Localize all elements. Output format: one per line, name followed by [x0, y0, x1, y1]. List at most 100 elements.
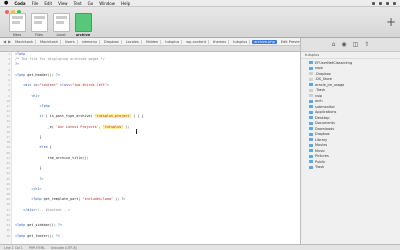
folder-icon [309, 66, 313, 70]
menu-file[interactable]: File [32, 1, 39, 6]
line-number-gutter: 1 2 3 4 5 6 7 8 9 10 11 12 13 14 15 16 17 18 19 20 21 22 23 24 2… [0, 52, 12, 244]
breadcrumb[interactable]: Macintosh [38, 39, 61, 44]
file-browser-sidebar: ⌂ ◉ ◫ ⇧ tutsplus EFUserNetClassicimg rope… [300, 38, 400, 244]
site-thumb-image [30, 13, 48, 32]
sidebar-file-name: Pictures [315, 154, 329, 159]
encoding[interactable]: Unicode (UTF-8) [51, 246, 77, 250]
breadcrumb[interactable]: Macintosh [13, 39, 36, 44]
back-icon[interactable]: ◀ [3, 39, 6, 44]
breadcrumb-active-file[interactable]: archive.php [252, 39, 277, 44]
sidebar-file-name: EFUserNetClassicimg [315, 60, 353, 65]
sidebar-path[interactable]: tutsplus [301, 52, 400, 59]
path-bar: ◀ ▶ Macintosh Macintosh Users niemenu Dr… [0, 38, 306, 46]
folder-icon [309, 83, 313, 87]
code-line: <?php get_footer(); ?> [15, 233, 60, 238]
breadcrumb[interactable]: Locales [124, 39, 142, 44]
sidebar-file-name: Trash [315, 165, 325, 170]
sidebar-path-label: tutsplus [305, 53, 320, 57]
file-icon [309, 94, 313, 98]
site-thumb-label: Local [56, 33, 66, 37]
sidebar-file-name: Documents [315, 121, 335, 126]
menu-window[interactable]: Window [99, 1, 115, 6]
site-thumb-files[interactable]: Files [30, 13, 48, 37]
breadcrumb[interactable]: wp-content [184, 39, 210, 44]
site-thumb-image [74, 13, 92, 32]
sidebar-toolbar: ⌂ ◉ ◫ ⇧ [301, 38, 400, 52]
folder-icon [309, 138, 313, 142]
breadcrumb[interactable]: tutsplus [163, 39, 183, 44]
code-editor[interactable]: 1 2 3 4 5 6 7 8 9 10 11 12 13 14 15 16 17 18 19 20 21 22 23 24 2… [0, 52, 300, 244]
folder-icon [309, 149, 313, 153]
sidebar-file-name: Applications [315, 110, 337, 115]
code-line: <?php get_template_part( "includes/loop"… [31, 197, 126, 202]
site-thumb-sites[interactable]: Sites [8, 13, 26, 37]
sidebar-file-name: .Dropbox [315, 71, 331, 76]
sidebar-file-name: Desktop [315, 115, 330, 120]
code-content[interactable]: <?php /* The file for displaying archive… [15, 52, 144, 239]
status-bar: Line 1 Col 1 PHP-HTML Unicode (UTF-8) [0, 244, 400, 250]
clock-icon[interactable] [386, 1, 389, 5]
sidebar-file-name: rope [315, 66, 323, 71]
site-thumbnails: Sites Files Local archive [8, 13, 92, 37]
folder-icon [309, 61, 313, 65]
window-toolbar: Sites Files Local archive + [0, 7, 400, 38]
sidebar-file-name: vsip [315, 93, 323, 98]
forward-icon[interactable]: ▶ [8, 39, 11, 44]
file-icon [309, 88, 313, 92]
eye-icon[interactable]: ◉ [341, 41, 346, 48]
text-cursor [136, 129, 137, 134]
folder-icon [309, 121, 313, 125]
breadcrumb[interactable]: tutsplus [231, 39, 251, 44]
breadcrumb[interactable]: Dropbox [102, 39, 122, 44]
cursor-position: Line 1 Col 1 [4, 245, 23, 250]
sidebar-file-name: arch [315, 99, 323, 104]
folder-icon [309, 99, 313, 103]
breadcrumb[interactable]: Users [63, 39, 78, 44]
folder-icon [309, 105, 313, 109]
add-site-button[interactable]: + [386, 16, 396, 28]
code-line: _e( 'Our Latest Projects', 'tutsplus' ); [15, 124, 130, 129]
menu-bar: ● Coda File Edit View Text Go Window Hel… [0, 0, 400, 7]
spotlight-icon[interactable] [393, 1, 396, 5]
menu-text[interactable]: Text [74, 1, 82, 6]
site-thumb-archive[interactable]: archive [74, 13, 92, 37]
folder-icon [309, 154, 313, 158]
sidebar-file-name: .Trash [315, 88, 326, 93]
home-icon[interactable]: ⌂ [332, 41, 336, 48]
upload-icon[interactable]: ⇧ [364, 41, 369, 48]
file-tree: EFUserNetClassicimg rope .Dropbox .DS_Store… [301, 59, 400, 170]
file-icon[interactable]: ◫ [353, 41, 359, 48]
folder-icon [309, 116, 313, 120]
breadcrumb[interactable]: Hidden [144, 39, 162, 44]
sidebar-file-name: Music [315, 148, 325, 153]
site-thumb-label: Files [35, 33, 43, 37]
menu-edit[interactable]: Edit [44, 1, 52, 6]
sidebar-file-name: Library [315, 137, 328, 142]
breadcrumb[interactable]: niemenu [80, 39, 100, 44]
folder-icon [309, 165, 313, 169]
site-thumb-image [52, 13, 70, 32]
menu-go[interactable]: Go [88, 1, 94, 6]
menu-help[interactable]: Help [121, 1, 130, 6]
folder-icon [309, 160, 313, 164]
file-icon [309, 77, 313, 81]
breadcrumb[interactable]: themes [211, 39, 230, 44]
code-line: if ( is_post_type_archive( 'tutsplus_pro… [39, 114, 144, 119]
site-thumb-label: Sites [12, 33, 22, 37]
site-thumb-label: archive [75, 33, 91, 37]
site-thumb-local[interactable]: Local [52, 13, 70, 37]
sidebar-file-item[interactable]: Trash [301, 165, 400, 171]
status-icons [372, 1, 396, 5]
syntax-mode[interactable]: PHP-HTML [29, 246, 45, 250]
folder-icon [309, 110, 313, 114]
line-number: 36 [6, 233, 10, 238]
sidebar-file-name: Downloads [315, 126, 335, 131]
menu-coda[interactable]: Coda [14, 1, 25, 6]
battery-icon[interactable] [379, 1, 382, 5]
wifi-icon[interactable] [372, 1, 375, 5]
apple-icon[interactable]: ● [4, 0, 8, 6]
sidebar-file-name: Dropbox [315, 132, 330, 137]
folder-icon [309, 127, 313, 131]
sidebar-file-name: .DS_Store [315, 77, 333, 82]
menu-view[interactable]: View [58, 1, 68, 6]
